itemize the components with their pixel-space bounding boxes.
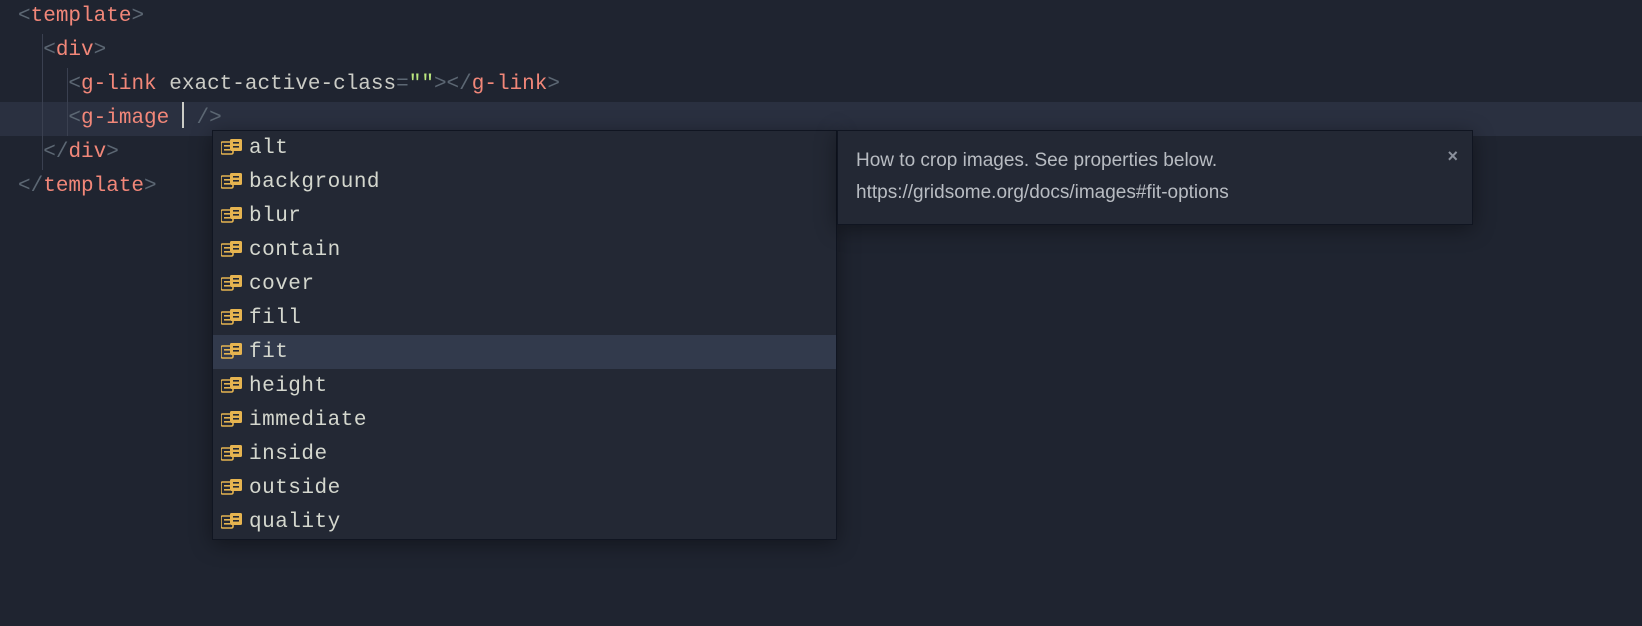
code-line[interactable]: <template>: [0, 0, 1642, 34]
suggestion-item[interactable]: height: [213, 369, 836, 403]
enum-member-icon: [221, 173, 243, 191]
code-line[interactable]: <g-link exact-active-class=""></g-link>: [0, 68, 1642, 102]
suggestion-item[interactable]: inside: [213, 437, 836, 471]
close-icon[interactable]: ×: [1447, 141, 1458, 172]
suggestion-item[interactable]: alt: [213, 131, 836, 165]
suggestion-label: quality: [249, 511, 341, 534]
suggestion-item[interactable]: background: [213, 165, 836, 199]
code-line[interactable]: <div>: [0, 34, 1642, 68]
enum-member-icon: [221, 139, 243, 157]
enum-member-icon: [221, 513, 243, 531]
enum-member-icon: [221, 275, 243, 293]
suggestion-label: height: [249, 375, 328, 398]
text-cursor: [182, 102, 184, 128]
enum-member-icon: [221, 207, 243, 225]
suggestion-label: background: [249, 171, 380, 194]
enum-member-icon: [221, 241, 243, 259]
suggestion-label: alt: [249, 137, 288, 160]
suggestion-label: contain: [249, 239, 341, 262]
documentation-panel: × How to crop images. See properties bel…: [837, 130, 1473, 225]
suggestion-label: cover: [249, 273, 315, 296]
suggestion-item[interactable]: quality: [213, 505, 836, 539]
suggestion-item[interactable]: fit: [213, 335, 836, 369]
suggestion-item[interactable]: immediate: [213, 403, 836, 437]
suggestion-list[interactable]: alt background blur contain cover fill fit heig…: [212, 130, 837, 540]
autocomplete-popup: alt background blur contain cover fill fit heig…: [212, 130, 1473, 540]
enum-member-icon: [221, 377, 243, 395]
doc-description: How to crop images. See properties below…: [856, 145, 1454, 177]
suggestion-label: outside: [249, 477, 341, 500]
enum-member-icon: [221, 411, 243, 429]
suggestion-item[interactable]: blur: [213, 199, 836, 233]
suggestion-label: fill: [249, 307, 301, 330]
suggestion-label: inside: [249, 443, 328, 466]
suggestion-label: blur: [249, 205, 301, 228]
enum-member-icon: [221, 479, 243, 497]
suggestion-label: immediate: [249, 409, 367, 432]
suggestion-item[interactable]: outside: [213, 471, 836, 505]
enum-member-icon: [221, 445, 243, 463]
suggestion-item[interactable]: cover: [213, 267, 836, 301]
enum-member-icon: [221, 343, 243, 361]
suggestion-label: fit: [249, 341, 288, 364]
suggestion-item[interactable]: fill: [213, 301, 836, 335]
enum-member-icon: [221, 309, 243, 327]
suggestion-item[interactable]: contain: [213, 233, 836, 267]
doc-url: https://gridsome.org/docs/images#fit-opt…: [856, 177, 1454, 209]
